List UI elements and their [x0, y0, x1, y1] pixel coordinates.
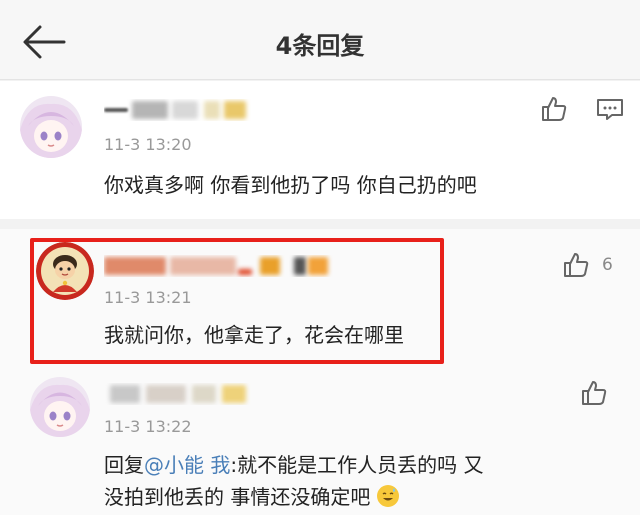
comment-time: 11-3 13:20	[104, 135, 192, 154]
comment-item: 11-3 13:22 回复@小能 我:就不能是工作人员丢的吗 又 没拍到他丢的 …	[0, 371, 640, 515]
username-redacted[interactable]	[104, 383, 264, 405]
comment-time: 11-3 13:22	[104, 417, 192, 436]
comment-item: 11-3 13:21 我就问你，他拿走了，花会在哪里 6	[0, 229, 640, 371]
reply-text-line-1: :就不能是工作人员丢的吗 又	[230, 453, 484, 477]
like-button[interactable]	[562, 251, 590, 279]
comment-text-line-2: 没拍到他丢的 事情还没确定吧	[104, 479, 399, 515]
avatar[interactable]	[20, 96, 82, 158]
comment-text: 你戏真多啊 你看到他扔了吗 你自己扔的吧	[104, 173, 477, 197]
reply-prefix: 回复	[104, 453, 144, 477]
page-title: 4条回复	[275, 32, 365, 60]
sweat-smile-emoji-icon	[376, 485, 399, 507]
reply-button[interactable]	[596, 97, 624, 121]
comment-item: 11-3 13:20 你戏真多啊 你看到他扔了吗 你自己扔的吧	[0, 81, 640, 219]
like-count: 6	[602, 255, 613, 275]
comment-text: 我就问你，他拿走了，花会在哪里	[104, 323, 404, 347]
top-bar: 4条回复	[0, 0, 640, 80]
thumbs-up-icon	[564, 253, 589, 277]
mention-link[interactable]: @小能 我	[144, 453, 230, 477]
avatar[interactable]	[36, 242, 94, 300]
thumbs-up-icon	[542, 97, 567, 121]
username-redacted[interactable]	[104, 99, 264, 121]
comment-text-line-1: 回复@小能 我:就不能是工作人员丢的吗 又	[104, 447, 483, 483]
comment-time: 11-3 13:21	[104, 288, 192, 307]
like-button[interactable]	[540, 95, 568, 123]
thumbs-up-icon	[582, 381, 607, 405]
reply-text-line-2: 没拍到他丢的 事情还没确定吧	[104, 485, 371, 509]
avatar[interactable]	[30, 377, 90, 437]
like-button[interactable]	[580, 379, 608, 407]
comment-bubble-icon	[597, 99, 623, 120]
username-redacted[interactable]	[104, 255, 334, 277]
